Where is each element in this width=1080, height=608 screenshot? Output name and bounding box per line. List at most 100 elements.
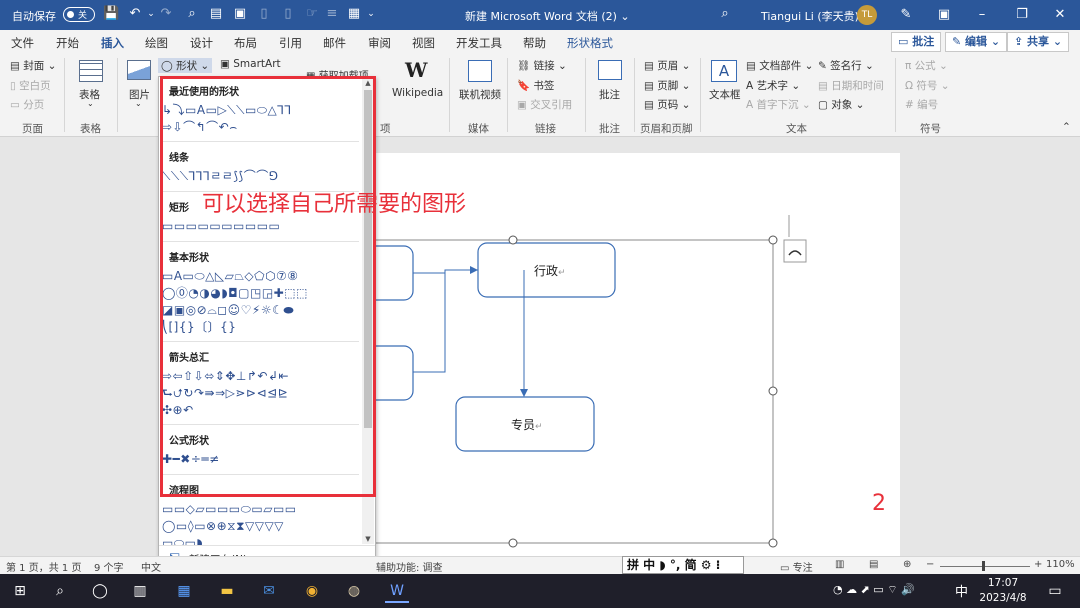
equation-button[interactable]: π 公式 ⌄ [905, 58, 948, 73]
outlook-icon[interactable]: ✉ [257, 579, 281, 603]
tab-file[interactable]: 文件 [11, 35, 34, 51]
designer-pen-icon[interactable]: ✎ [897, 6, 915, 24]
file-icon[interactable]: ▯ [256, 6, 272, 22]
close-icon[interactable]: ✕ [1051, 6, 1069, 24]
textbox-icon[interactable]: A [711, 60, 737, 82]
resize-handle[interactable] [508, 235, 518, 245]
zoom-slider[interactable] [940, 566, 1030, 567]
app-icon[interactable]: ◍ [342, 579, 366, 603]
language-indicator[interactable]: 中文 [141, 559, 161, 574]
shape-gallery-row[interactable]: ◯▭◊▭⊗⊕⧖⧗▽▽▽▽ [162, 518, 358, 534]
zoom-in-icon[interactable]: + [1034, 559, 1042, 570]
tab-references[interactable]: 引用 [279, 35, 302, 51]
textbox-label[interactable]: 文本框 [709, 87, 741, 102]
resize-handle[interactable] [508, 538, 518, 548]
zoom-out-icon[interactable]: − [926, 559, 934, 570]
table-dropdown-icon[interactable]: ⌄ [87, 99, 94, 108]
tab-design[interactable]: 设计 [190, 35, 213, 51]
form-icon[interactable]: ▦ [346, 6, 362, 22]
task-view-icon[interactable]: ▥ [128, 579, 152, 603]
zoom-level[interactable]: 110% [1046, 559, 1075, 570]
read-mode-icon[interactable]: ▥ [835, 559, 844, 570]
autosave-toggle[interactable]: 关 [63, 7, 95, 22]
search-icon[interactable]: ⌕ [48, 579, 72, 603]
bookmark-button[interactable]: 🔖 书签 [517, 78, 554, 93]
undo-dropdown-icon[interactable]: ⌄ [143, 6, 159, 22]
footer-button[interactable]: ▤ 页脚 ⌄ [644, 78, 690, 93]
online-video-icon[interactable] [468, 60, 492, 82]
save-as-icon[interactable]: ▣ [232, 6, 248, 22]
word-app-icon[interactable]: W [385, 579, 409, 603]
collapse-ribbon-icon[interactable]: ⌃ [1062, 121, 1071, 133]
touch-mode-icon[interactable]: ☞ [304, 6, 320, 22]
header-button[interactable]: ▤ 页眉 ⌄ [644, 58, 690, 73]
picture-icon[interactable] [127, 60, 151, 80]
editing-button[interactable]: ✎ 编辑 ⌄ [945, 32, 1008, 52]
resize-handle[interactable] [768, 538, 778, 548]
picture-dropdown-icon[interactable]: ⌄ [135, 99, 142, 108]
notifications-icon[interactable]: ▭ [1043, 579, 1067, 603]
smartart-button[interactable]: ▣ SmartArt [220, 58, 281, 70]
tray-icons[interactable]: ◔ ☁ ⬈ ▭ ⌔ 🔊 [833, 583, 915, 597]
user-name[interactable]: Tiangui Li (李天贵) [761, 8, 859, 24]
print-icon[interactable]: ▯ [280, 6, 296, 22]
org-box-clerk-text[interactable]: 专员↵ [511, 416, 543, 433]
resize-handle[interactable] [768, 386, 778, 396]
customize-quick-access-icon[interactable]: ⌄ [363, 6, 379, 22]
tab-review[interactable]: 审阅 [368, 35, 391, 51]
object-button[interactable]: ▢ 对象 ⌄ [818, 97, 864, 112]
share-button[interactable]: ⇪ 共享 ⌄ [1007, 32, 1070, 52]
ribbon-display-options-icon[interactable]: ▣ [935, 6, 953, 24]
system-clock[interactable]: 17:07 2023/4/8 [975, 576, 1031, 606]
save-icon[interactable]: 💾 [103, 6, 119, 22]
redo-icon[interactable]: ↷ [158, 6, 174, 22]
undo-icon[interactable]: ↶ [127, 6, 143, 22]
tab-view[interactable]: 视图 [412, 35, 435, 51]
windows-start-icon[interactable]: ⊞ [8, 579, 32, 603]
cross-reference-button[interactable]: ▣ 交叉引用 [517, 97, 572, 112]
cover-page-button[interactable]: ▤ 封面 ⌄ [10, 58, 56, 73]
cortana-icon[interactable]: ◯ [88, 579, 112, 603]
calendar-app-icon[interactable]: ▦ [172, 579, 196, 603]
comment-label[interactable]: 批注 [599, 87, 620, 102]
zoom-slider-thumb[interactable] [982, 561, 985, 571]
scroll-down-icon[interactable]: ▼ [362, 535, 374, 543]
tab-mailings[interactable]: 邮件 [323, 35, 346, 51]
tab-home[interactable]: 开始 [56, 35, 79, 51]
accessibility-status[interactable]: 辅助功能: 调查 [376, 559, 443, 574]
page-count[interactable]: 第 1 页，共 1 页 [6, 559, 81, 574]
wordart-button[interactable]: A 艺术字 ⌄ [746, 78, 800, 93]
table-icon[interactable] [79, 60, 103, 82]
comments-button[interactable]: ▭ 批注 [891, 32, 942, 52]
minimize-icon[interactable]: – [973, 6, 991, 24]
shapes-button[interactable]: ◯ 形状 ⌄ [158, 58, 213, 73]
dropcap-button[interactable]: A 首字下沉 ⌄ [746, 97, 811, 112]
tab-layout[interactable]: 布局 [234, 35, 257, 51]
tab-help[interactable]: 帮助 [523, 35, 546, 51]
shape-gallery-row[interactable]: ▭▭◇▱▭▭▭⬭▭▱▭▭ [162, 501, 358, 517]
wikipedia-icon[interactable]: W [405, 58, 427, 82]
tab-shape-format[interactable]: 形状格式 [567, 35, 613, 51]
quick-parts-button[interactable]: ▤ 文档部件 ⌄ [746, 58, 813, 73]
link-button[interactable]: ⛓ 链接 ⌄ [517, 58, 567, 73]
new-document-icon[interactable]: ▤ [208, 6, 224, 22]
file-explorer-icon[interactable]: ▬ [215, 579, 239, 603]
page-number-button[interactable]: ▤ 页码 ⌄ [644, 97, 690, 112]
resize-handle[interactable] [768, 235, 778, 245]
tab-developer[interactable]: 开发工具 [456, 35, 502, 51]
blank-page-button[interactable]: ▯ 空白页 [10, 78, 51, 93]
org-box-admin-text[interactable]: 行政↵ [534, 262, 566, 279]
ime-indicator[interactable]: 中 [955, 581, 968, 600]
signature-line-button[interactable]: ✎ 签名行 ⌄ [818, 58, 874, 73]
symbol-button[interactable]: Ω 符号 ⌄ [905, 78, 950, 93]
avatar[interactable]: TL [857, 5, 877, 25]
focus-mode-button[interactable]: ▭ 专注 [780, 559, 813, 574]
web-layout-icon[interactable]: ⊕ [903, 559, 911, 570]
tab-insert[interactable]: 插入 [101, 35, 124, 56]
page-break-button[interactable]: ▭ 分页 [10, 97, 44, 112]
document-title[interactable]: 新建 Microsoft Word 文档 (2) ⌄ [465, 8, 630, 24]
align-icon[interactable]: ≡ [324, 6, 340, 22]
date-time-button[interactable]: ▤ 日期和时间 [818, 78, 884, 93]
word-count[interactable]: 9 个字 [94, 559, 124, 574]
tab-draw[interactable]: 绘图 [145, 35, 168, 51]
